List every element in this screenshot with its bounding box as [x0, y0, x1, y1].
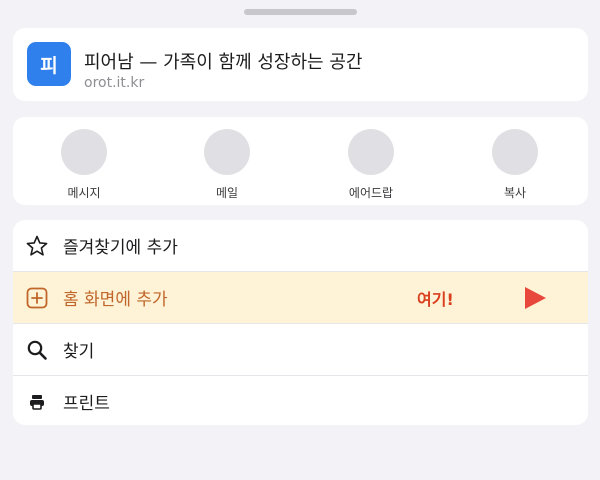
- action-add-favorite[interactable]: 즐겨찾기에 추가: [13, 220, 588, 271]
- share-target-label: 메시지: [67, 186, 101, 200]
- action-find[interactable]: 찾기: [13, 324, 588, 375]
- action-add-home-screen[interactable]: 홈 화면에 추가 여기!: [13, 272, 588, 323]
- action-label: 홈 화면에 추가: [63, 290, 168, 310]
- star-icon: [25, 234, 49, 258]
- site-info-card: 피 피어남 — 가족이 함께 성장하는 공간 orot.it.kr: [13, 28, 588, 101]
- add-square-icon: [25, 286, 49, 310]
- play-arrow-icon: [523, 286, 547, 310]
- share-sheet: 피 피어남 — 가족이 함께 성장하는 공간 orot.it.kr 메시지 메일…: [0, 0, 600, 480]
- messages-app-icon: [61, 129, 107, 175]
- site-title: 피어남 — 가족이 함께 성장하는 공간: [84, 52, 363, 73]
- copy-icon: [492, 129, 538, 175]
- share-target-airdrop[interactable]: 에어드랍: [331, 129, 411, 201]
- share-target-label: 에어드랍: [348, 186, 394, 200]
- search-icon: [25, 338, 49, 362]
- action-label: 즐겨찾기에 추가: [63, 238, 178, 258]
- share-target-label: 복사: [503, 186, 527, 200]
- action-print[interactable]: 프린트: [13, 376, 588, 425]
- share-target-messages[interactable]: 메시지: [44, 129, 124, 201]
- actions-list: 즐겨찾기에 추가 홈 화면에 추가 여기! 찾기 프린트: [13, 220, 588, 425]
- printer-icon: [25, 390, 49, 414]
- callout-text: 여기!: [417, 289, 454, 309]
- share-target-label: 메일: [215, 186, 239, 200]
- airdrop-icon: [348, 129, 394, 175]
- share-targets-row: 메시지 메일 에어드랍 복사: [13, 117, 588, 205]
- action-label: 프린트: [63, 394, 110, 414]
- mail-app-icon: [204, 129, 250, 175]
- share-target-copy[interactable]: 복사: [475, 129, 555, 201]
- action-label: 찾기: [63, 342, 95, 362]
- sheet-grabber[interactable]: [244, 9, 357, 15]
- share-target-mail[interactable]: 메일: [187, 129, 267, 201]
- site-url: orot.it.kr: [84, 75, 145, 91]
- site-favicon: 피: [27, 42, 71, 86]
